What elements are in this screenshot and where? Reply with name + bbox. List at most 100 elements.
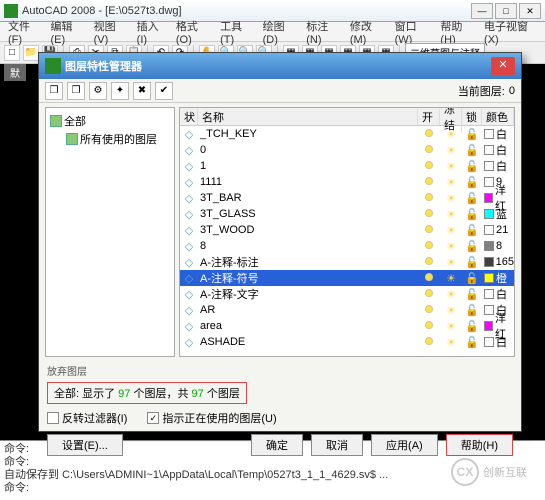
new-icon[interactable]: □ [4,45,20,61]
menu-file[interactable]: 文件(F) [4,16,45,48]
freeze-icon[interactable]: ☀ [440,320,462,333]
freeze-icon[interactable]: ☀ [440,256,462,269]
layer-row[interactable]: ◇ASHADE☀🔓白 [180,334,514,348]
ok-button[interactable]: 确定 [251,434,303,456]
on-icon[interactable] [418,272,440,284]
invert-filter-checkbox[interactable]: 反转过滤器(I) [47,410,127,426]
lock-icon[interactable]: 🔓 [462,128,482,141]
freeze-icon[interactable]: ☀ [440,160,462,173]
drawing-tab[interactable]: 默 [4,64,26,81]
freeze-icon[interactable]: ☀ [440,176,462,189]
freeze-icon[interactable]: ☀ [440,192,462,205]
on-icon[interactable] [418,320,440,332]
layer-row[interactable]: ◇0☀🔓白 [180,142,514,158]
current-layer-icon[interactable]: ✔ [155,82,173,100]
on-icon[interactable] [418,208,440,220]
color-swatch[interactable]: 8 [482,240,514,252]
new-filter-icon[interactable]: ❐ [45,82,63,100]
menu-dimension[interactable]: 标注(N) [302,16,344,48]
lock-icon[interactable]: 🔓 [462,208,482,221]
menu-draw[interactable]: 绘图(D) [259,16,301,48]
layer-row[interactable]: ◇A-注释-符号☀🔓橙 [180,270,514,286]
on-icon[interactable] [418,192,440,204]
lock-icon[interactable]: 🔓 [462,304,482,317]
on-icon[interactable] [418,240,440,252]
color-swatch[interactable]: 白 [482,286,514,302]
color-swatch[interactable]: 白 [482,158,514,174]
col-lock[interactable]: 锁 [462,109,482,125]
on-icon[interactable] [418,176,440,188]
layer-row[interactable]: ◇A-注释-文字☀🔓白 [180,286,514,302]
freeze-icon[interactable]: ☀ [440,240,462,253]
on-icon[interactable] [418,336,440,348]
layer-row[interactable]: ◇A-注释-标注☀🔓165 [180,254,514,270]
on-icon[interactable] [418,160,440,172]
color-swatch[interactable]: 白 [482,142,514,158]
layer-row[interactable]: ◇3T_WOOD☀🔓21 [180,222,514,238]
lock-icon[interactable]: 🔓 [462,224,482,237]
col-name[interactable]: 名称 [198,109,418,125]
lock-icon[interactable]: 🔓 [462,160,482,173]
menu-edit[interactable]: 编辑(E) [47,16,88,48]
menu-eview[interactable]: 电子视窗(X) [480,16,541,48]
layer-row[interactable]: ◇1111☀🔓9 [180,174,514,190]
new-layer-icon[interactable]: ✦ [111,82,129,100]
tree-root[interactable]: 全部 [50,112,170,130]
dialog-titlebar[interactable]: 图层特性管理器 ✕ [39,53,521,79]
layer-states-icon[interactable]: ⚙ [89,82,107,100]
col-on[interactable]: 开 [418,109,440,125]
lock-icon[interactable]: 🔓 [462,256,482,269]
freeze-icon[interactable]: ☀ [440,288,462,301]
menu-modify[interactable]: 修改(M) [346,16,389,48]
freeze-icon[interactable]: ☀ [440,128,462,141]
lock-icon[interactable]: 🔓 [462,320,482,333]
tree-used-layers[interactable]: 所有使用的图层 [66,130,170,148]
freeze-icon[interactable]: ☀ [440,336,462,349]
on-icon[interactable] [418,256,440,268]
layer-row[interactable]: ◇8☀🔓8 [180,238,514,254]
filter-tree[interactable]: 全部 所有使用的图层 [45,107,175,357]
open-icon[interactable]: 📁 [23,45,39,61]
color-swatch[interactable]: 白 [482,126,514,142]
lock-icon[interactable]: 🔓 [462,144,482,157]
layer-row[interactable]: ◇_TCH_KEY☀🔓白 [180,126,514,142]
list-header[interactable]: 状 名称 开 冻结 锁 颜色 [180,108,514,126]
layer-row[interactable]: ◇area☀🔓洋红 [180,318,514,334]
col-status[interactable]: 状 [180,109,198,125]
new-group-icon[interactable]: ❐ [67,82,85,100]
color-swatch[interactable]: 165 [482,256,514,268]
freeze-icon[interactable]: ☀ [440,224,462,237]
layer-row[interactable]: ◇3T_BAR☀🔓洋红 [180,190,514,206]
color-swatch[interactable]: 蓝 [482,206,514,222]
indicate-used-checkbox[interactable]: ✓指示正在使用的图层(U) [147,410,276,426]
freeze-icon[interactable]: ☀ [440,208,462,221]
lock-icon[interactable]: 🔓 [462,192,482,205]
dialog-close-button[interactable]: ✕ [491,57,515,75]
color-swatch[interactable]: 橙 [482,270,514,286]
menu-view[interactable]: 视图(V) [90,16,131,48]
layer-row[interactable]: ◇1☀🔓白 [180,158,514,174]
menu-insert[interactable]: 插入(I) [133,16,170,48]
freeze-icon[interactable]: ☀ [440,304,462,317]
layer-row[interactable]: ◇AR☀🔓白 [180,302,514,318]
apply-button[interactable]: 应用(A) [371,434,438,456]
freeze-icon[interactable]: ☀ [440,272,462,285]
col-color[interactable]: 颜色 [482,109,514,125]
on-icon[interactable] [418,144,440,156]
on-icon[interactable] [418,224,440,236]
color-swatch[interactable]: 21 [482,224,514,236]
lock-icon[interactable]: 🔓 [462,272,482,285]
layer-row[interactable]: ◇3T_GLASS☀🔓蓝 [180,206,514,222]
freeze-icon[interactable]: ☀ [440,144,462,157]
menu-tools[interactable]: 工具(T) [216,16,257,48]
menu-format[interactable]: 格式(O) [172,16,214,48]
lock-icon[interactable]: 🔓 [462,240,482,253]
on-icon[interactable] [418,288,440,300]
settings-button[interactable]: 设置(E)... [47,434,123,456]
lock-icon[interactable]: 🔓 [462,336,482,349]
on-icon[interactable] [418,304,440,316]
lock-icon[interactable]: 🔓 [462,176,482,189]
delete-layer-icon[interactable]: ✖ [133,82,151,100]
color-swatch[interactable]: 白 [482,334,514,348]
lock-icon[interactable]: 🔓 [462,288,482,301]
